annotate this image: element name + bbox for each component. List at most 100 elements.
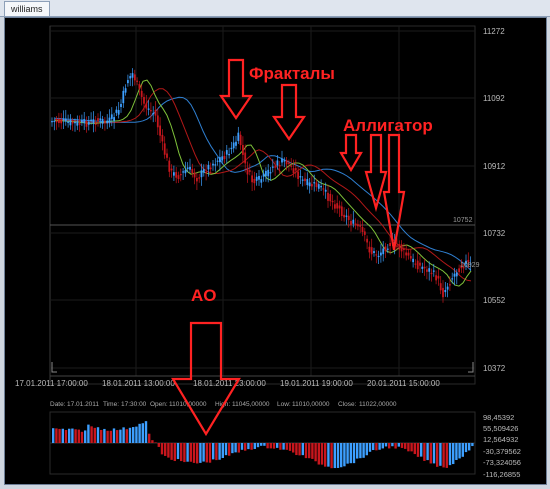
ao-bar: [288, 443, 292, 451]
candle-body: [55, 120, 58, 123]
ao-bar: [368, 443, 372, 452]
candle-body: [108, 117, 111, 123]
candle-body: [334, 204, 336, 209]
y-tick-label: 11272: [483, 27, 505, 36]
candle-body: [331, 200, 334, 203]
y-tick-label: 10552: [483, 296, 506, 305]
candle-body: [329, 193, 332, 202]
chart-window: 11272 11092 10912 10732 10552 10372 1075…: [4, 17, 547, 485]
candle-body: [421, 266, 424, 269]
ao-bar: [122, 427, 125, 443]
ao-bar: [112, 428, 116, 443]
candle-body: [430, 272, 433, 275]
ao-bar: [173, 443, 176, 462]
ao-bar: [106, 430, 109, 443]
candle-body: [186, 167, 189, 169]
candle-body: [200, 170, 203, 178]
ao-bar: [400, 443, 404, 448]
ao-bar: [100, 429, 103, 443]
candle-body: [76, 121, 79, 126]
ao-bar: [228, 443, 231, 456]
candle-body: [453, 273, 456, 277]
ao-bar: [378, 443, 381, 450]
candle-body: [338, 205, 341, 209]
ao-bar: [349, 443, 352, 464]
ao-bar: [144, 421, 148, 443]
ao-bar: [269, 443, 272, 449]
candle-body: [138, 84, 141, 89]
candle-body: [311, 184, 313, 187]
last-price-label: 10829: [460, 262, 480, 269]
alligator-annotation: Аллигатор: [343, 116, 433, 135]
candle-body: [161, 134, 164, 142]
ao-bar: [84, 430, 87, 443]
ao-bar: [202, 443, 205, 462]
ao-bar: [448, 443, 452, 466]
candle-body: [446, 286, 449, 290]
low-value: 11010,00000: [292, 401, 330, 408]
candle-body: [366, 238, 368, 243]
ao-histogram: [52, 421, 474, 469]
low-label: Low:: [277, 401, 291, 408]
ao-bar: [253, 443, 256, 449]
candle-body: [232, 142, 235, 149]
ao-bar: [394, 443, 397, 449]
candle-body: [265, 170, 267, 177]
ao-bar: [80, 431, 84, 443]
candle-body: [320, 186, 322, 188]
ao-bar: [103, 428, 106, 443]
ao-bar: [148, 433, 151, 443]
candle-body: [317, 184, 320, 189]
ao-bar: [170, 443, 173, 460]
ao-bar: [93, 427, 96, 443]
ao-bar: [234, 443, 237, 453]
ao-bar: [96, 427, 100, 443]
ao-bar: [157, 443, 160, 447]
candle-body: [145, 103, 148, 109]
ao-bar: [295, 443, 298, 456]
candle-body: [242, 145, 244, 155]
ao-bar: [356, 443, 359, 459]
tab-williams[interactable]: williams: [4, 1, 50, 16]
time-label: Time:: [103, 401, 119, 408]
candle-body: [426, 269, 428, 272]
candle-body: [281, 158, 283, 163]
ao-bar: [231, 443, 234, 454]
chart-canvas[interactable]: 11272 11092 10912 10732 10552 10372 1075…: [5, 18, 546, 484]
ao-bar: [74, 429, 77, 443]
candle-body: [239, 134, 242, 146]
alligator-arrow-1: [339, 133, 363, 173]
candle-body: [285, 160, 288, 165]
ao-tick-label: -73,324056: [483, 458, 521, 467]
price-marker-label: 10752: [453, 217, 473, 224]
candle-body: [340, 206, 343, 217]
candle-body: [361, 226, 364, 233]
ao-bar: [343, 443, 346, 467]
candle-body: [398, 244, 401, 250]
candle-body: [294, 168, 297, 171]
candle-body: [428, 268, 431, 272]
ao-bar: [77, 429, 80, 443]
ao-bar: [464, 443, 468, 453]
ao-bar: [311, 443, 314, 459]
candle-body: [184, 170, 187, 174]
scroll-end-handle[interactable]: [468, 362, 474, 373]
candle-body: [85, 122, 88, 127]
ao-bar: [205, 443, 208, 463]
scroll-start-handle[interactable]: [51, 362, 57, 373]
candle-body: [244, 152, 247, 164]
candle-body: [251, 175, 253, 183]
candle-body: [177, 175, 180, 180]
ao-bar: [109, 430, 112, 443]
candle-body: [90, 119, 92, 121]
ao-bar: [397, 443, 400, 447]
candle-body: [207, 164, 210, 170]
ao-bar: [410, 443, 413, 452]
ao-bar: [471, 443, 474, 447]
candle-body: [143, 97, 145, 104]
ao-bar: [436, 443, 439, 467]
ao-bar: [352, 443, 356, 464]
ao-bar: [276, 443, 279, 448]
ao-bar: [362, 443, 365, 458]
candle-body: [246, 167, 249, 175]
